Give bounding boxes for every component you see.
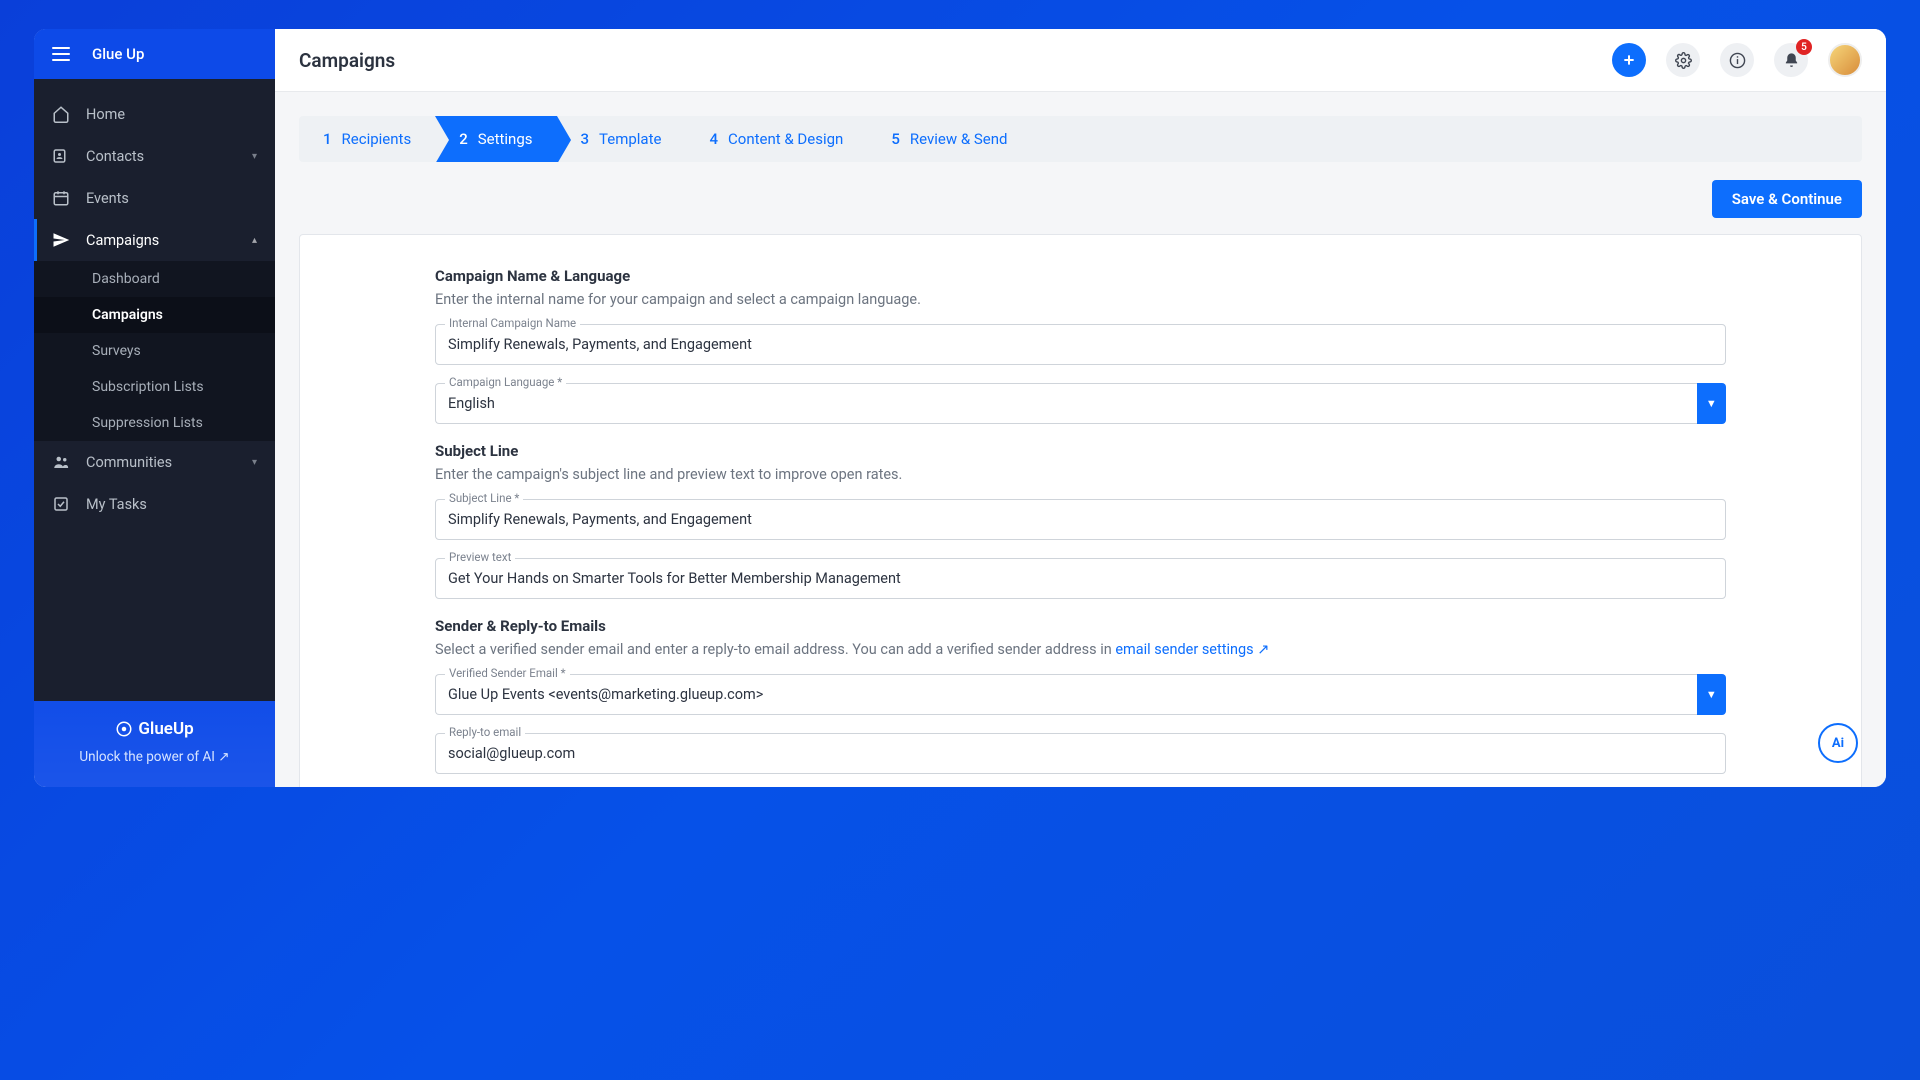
nav-label: Campaigns <box>86 232 236 249</box>
field-reply-email: Reply-to email <box>435 733 1726 774</box>
nav-label: Contacts <box>86 148 236 165</box>
label-internal-name: Internal Campaign Name <box>445 316 580 330</box>
page-title: Campaigns <box>299 49 1612 72</box>
footer-logo: GlueUp <box>46 719 263 739</box>
section-desc-sender: Select a verified sender email and enter… <box>435 641 1726 658</box>
nav-label: Home <box>86 106 257 123</box>
nav-item-communities[interactable]: Communities ▾ <box>34 441 275 483</box>
wizard-step-settings[interactable]: 2Settings <box>435 116 556 162</box>
nav-label: Communities <box>86 454 236 471</box>
field-internal-name: Internal Campaign Name <box>435 324 1726 365</box>
label-preview-text: Preview text <box>445 550 515 564</box>
info-button[interactable] <box>1720 43 1754 77</box>
nav-item-campaigns[interactable]: Campaigns ▴ <box>34 219 275 261</box>
subnav-campaigns: Dashboard Campaigns Surveys Subscription… <box>34 261 275 441</box>
ai-fab-button[interactable]: Ai <box>1818 723 1858 763</box>
section-title-subject: Subject Line <box>435 442 1726 460</box>
link-email-sender-settings[interactable]: email sender settings ↗ <box>1115 641 1269 658</box>
subnav-subscription-lists[interactable]: Subscription Lists <box>34 369 275 405</box>
contacts-icon <box>52 147 70 165</box>
calendar-icon <box>52 189 70 207</box>
topbar-actions: 5 <box>1612 43 1862 77</box>
add-button[interactable] <box>1612 43 1646 77</box>
external-link-icon: ↗ <box>218 749 229 765</box>
field-subject-line: Subject Line * <box>435 499 1726 540</box>
bell-icon <box>1783 52 1800 69</box>
sidebar: Glue Up Home Contacts ▾ Events Campaigns… <box>34 29 275 787</box>
sidebar-header: Glue Up <box>34 29 275 79</box>
tasks-icon <box>52 495 70 513</box>
plus-icon <box>1621 52 1637 68</box>
label-language: Campaign Language * <box>445 375 566 389</box>
hamburger-icon[interactable] <box>52 47 70 61</box>
nav-list: Home Contacts ▾ Events Campaigns ▴ Dashb… <box>34 79 275 701</box>
nav-label: Events <box>86 190 257 207</box>
save-continue-button[interactable]: Save & Continue <box>1712 180 1862 218</box>
settings-button[interactable] <box>1666 43 1700 77</box>
brand-name: Glue Up <box>92 45 144 63</box>
language-dropdown-caret[interactable]: ▼ <box>1697 383 1726 424</box>
sidebar-footer: GlueUp Unlock the power of AI ↗ <box>34 701 275 787</box>
notifications-button[interactable]: 5 <box>1774 43 1808 77</box>
wizard-step-template[interactable]: 3Template <box>557 116 686 162</box>
wizard-step-recipients[interactable]: 1Recipients <box>299 116 435 162</box>
section-desc-name-lang: Enter the internal name for your campaig… <box>435 291 1726 308</box>
external-link-icon: ↗ <box>1257 641 1269 658</box>
sender-dropdown-caret[interactable]: ▼ <box>1697 674 1726 715</box>
select-language[interactable]: English <box>435 383 1697 424</box>
content: 1Recipients 2Settings 3Template 4Content… <box>275 92 1886 787</box>
field-sender-email: Verified Sender Email * Glue Up Events <… <box>435 674 1726 715</box>
field-language: Campaign Language * English ▼ <box>435 383 1726 424</box>
nav-item-home[interactable]: Home <box>34 93 275 135</box>
footer-ai-link[interactable]: Unlock the power of AI ↗ <box>79 749 229 765</box>
chevron-down-icon: ▾ <box>252 151 257 162</box>
communities-icon <box>52 453 70 471</box>
home-icon <box>52 105 70 123</box>
subnav-campaigns[interactable]: Campaigns <box>34 297 275 333</box>
gear-icon <box>1675 52 1692 69</box>
glueup-logo-icon <box>115 720 133 738</box>
nav-item-mytasks[interactable]: My Tasks <box>34 483 275 525</box>
select-sender-email[interactable]: Glue Up Events <events@marketing.glueup.… <box>435 674 1697 715</box>
label-sender-email: Verified Sender Email * <box>445 666 570 680</box>
send-icon <box>52 231 70 249</box>
main: Campaigns 5 1Recipients 2Settings 3Templ… <box>275 29 1886 787</box>
nav-item-events[interactable]: Events <box>34 177 275 219</box>
action-row: Save & Continue <box>299 180 1862 218</box>
nav-label: My Tasks <box>86 496 257 513</box>
chevron-up-icon: ▴ <box>252 235 257 246</box>
input-preview-text[interactable] <box>435 558 1726 599</box>
section-desc-subject: Enter the campaign's subject line and pr… <box>435 466 1726 483</box>
chevron-down-icon: ▾ <box>252 457 257 468</box>
info-icon <box>1729 52 1746 69</box>
field-preview-text: Preview text <box>435 558 1726 599</box>
section-title-name-lang: Campaign Name & Language <box>435 267 1726 285</box>
subnav-dashboard[interactable]: Dashboard <box>34 261 275 297</box>
section-title-sender: Sender & Reply-to Emails <box>435 617 1726 635</box>
label-reply-email: Reply-to email <box>445 725 525 739</box>
input-internal-name[interactable] <box>435 324 1726 365</box>
footer-brand-text: GlueUp <box>138 719 193 739</box>
wizard-step-review-send[interactable]: 5Review & Send <box>867 116 1031 162</box>
topbar: Campaigns 5 <box>275 29 1886 92</box>
avatar[interactable] <box>1828 43 1862 77</box>
label-subject-line: Subject Line * <box>445 491 523 505</box>
nav-item-contacts[interactable]: Contacts ▾ <box>34 135 275 177</box>
input-subject-line[interactable] <box>435 499 1726 540</box>
wizard-steps: 1Recipients 2Settings 3Template 4Content… <box>299 116 1862 162</box>
subnav-suppression-lists[interactable]: Suppression Lists <box>34 405 275 441</box>
notif-badge: 5 <box>1796 39 1812 55</box>
input-reply-email[interactable] <box>435 733 1726 774</box>
subnav-surveys[interactable]: Surveys <box>34 333 275 369</box>
wizard-step-content-design[interactable]: 4Content & Design <box>685 116 867 162</box>
settings-card: Campaign Name & Language Enter the inter… <box>299 234 1862 787</box>
